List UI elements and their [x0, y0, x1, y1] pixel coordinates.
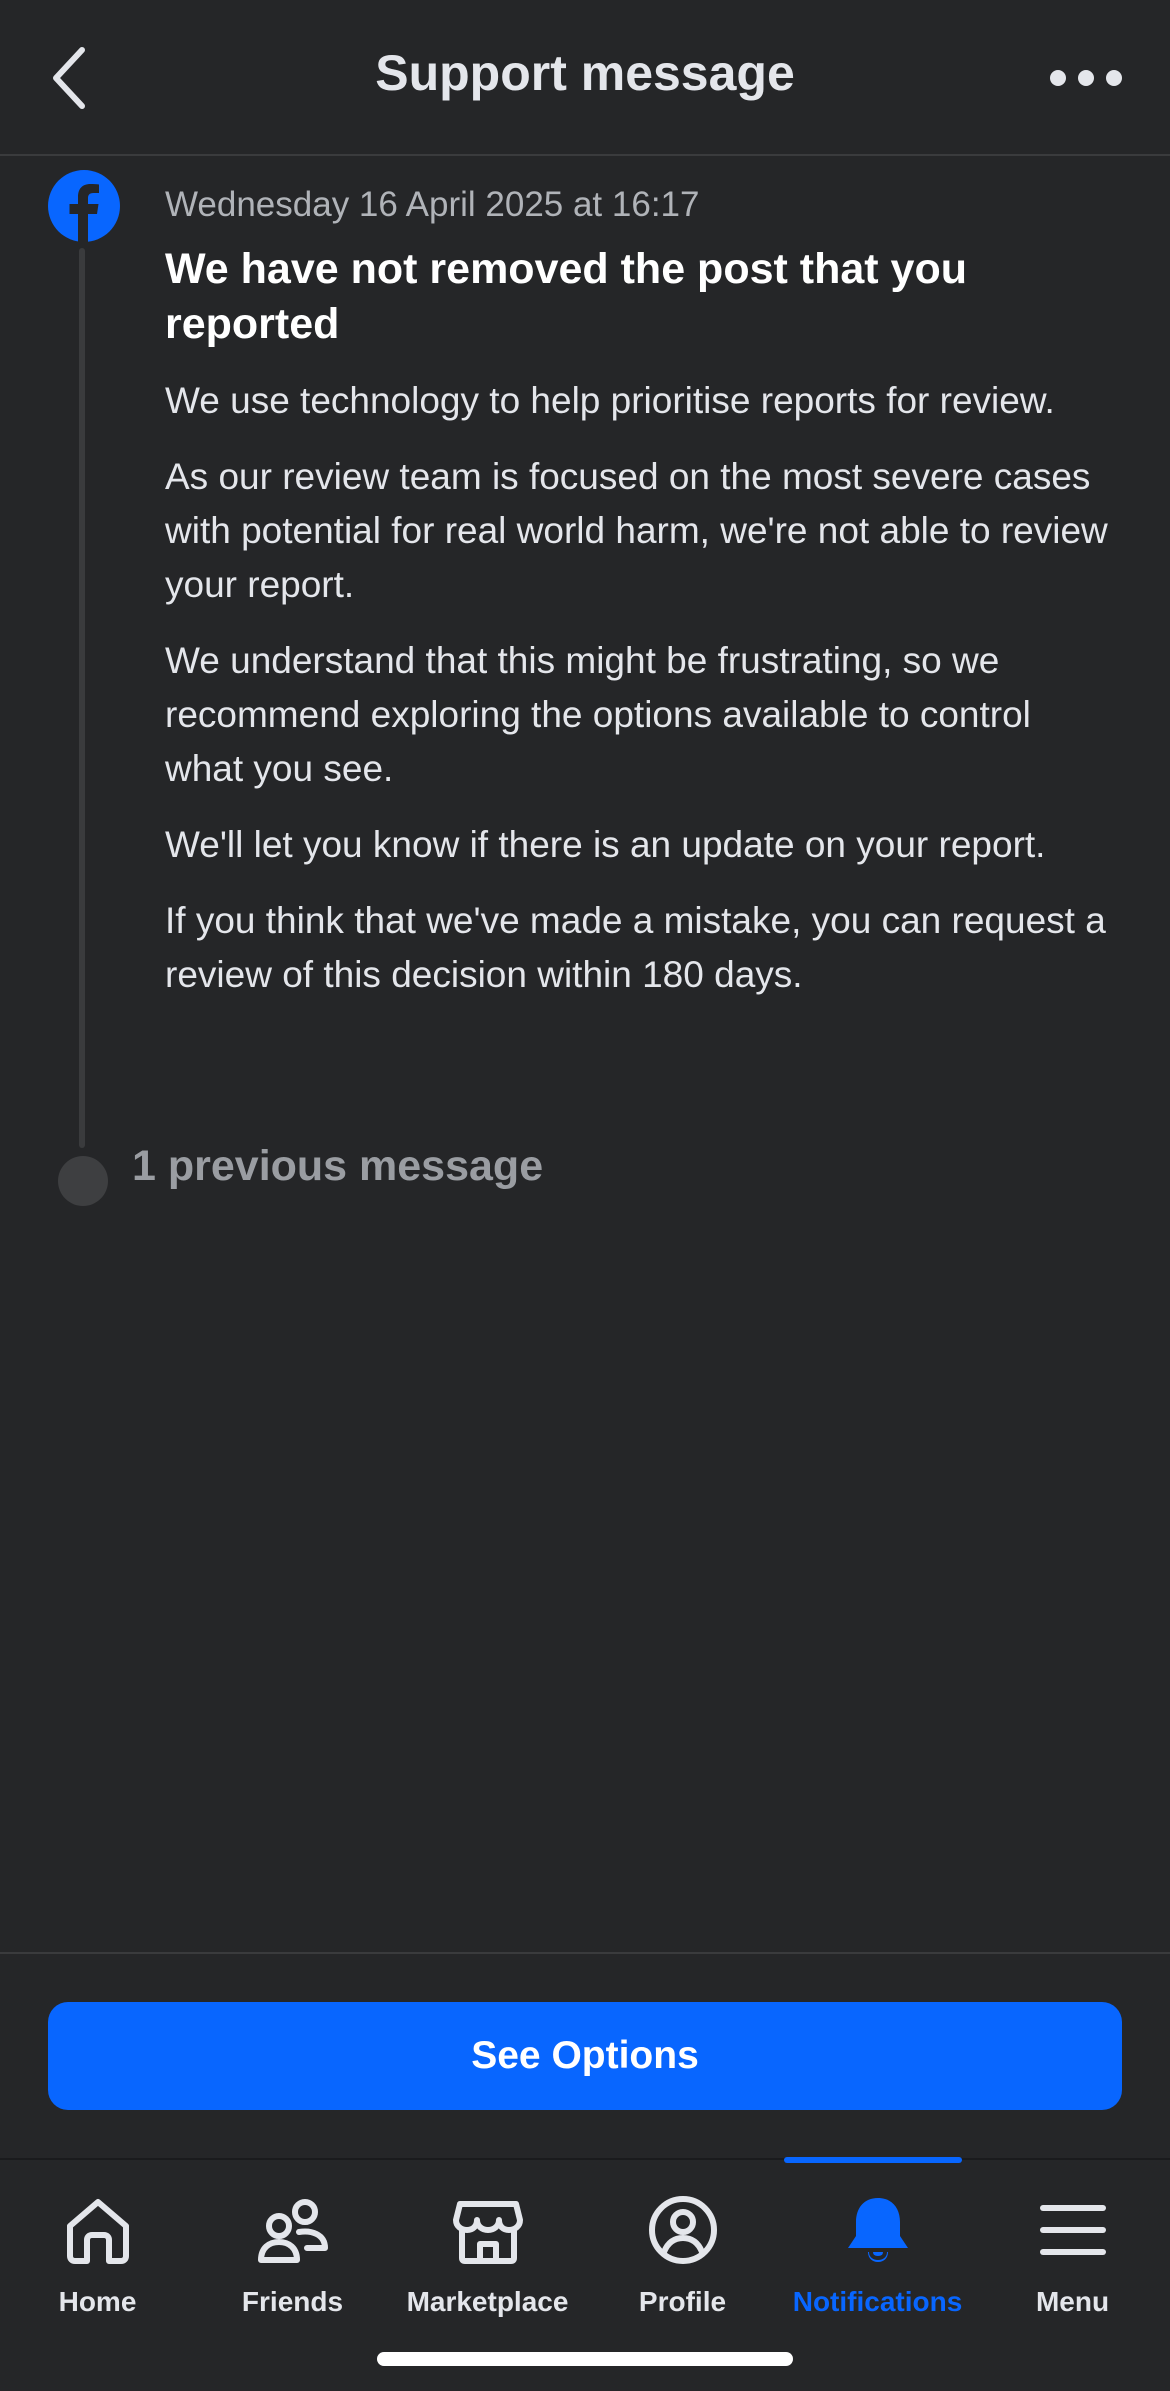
header: Support message: [0, 0, 1170, 156]
active-tab-indicator: [784, 2157, 962, 2163]
support-message-screen: Support message Wednesday 16 April 2025 …: [0, 0, 1170, 2391]
message-paragraph: As our review team is focused on the mos…: [165, 456, 1108, 605]
thread-line: [79, 248, 85, 1148]
message-timestamp: Wednesday 16 April 2025 at 16:17: [165, 185, 700, 224]
marketplace-icon: [452, 2201, 523, 2264]
previous-message-dot: [58, 1156, 108, 1206]
bell-icon: [847, 2198, 908, 2262]
tab-label: Notifications: [792, 2286, 963, 2317]
support-message: Wednesday 16 April 2025 at 16:17 We have…: [165, 182, 1115, 1002]
more-horizontal-icon: [1050, 70, 1122, 86]
menu-icon: [1039, 2205, 1106, 2255]
message-title: We have not removed the post that you re…: [165, 245, 967, 348]
tab-label: Profile: [638, 2286, 727, 2317]
more-options-button[interactable]: [1046, 56, 1126, 100]
previous-messages-link[interactable]: 1 previous message: [132, 1142, 543, 1191]
home-icon: [66, 2199, 129, 2264]
tab-home[interactable]: Home: [0, 2160, 195, 2360]
message-paragraph: We'll let you know if there is an update…: [165, 824, 1046, 865]
sender-avatar: [48, 170, 120, 242]
message-paragraph: If you think that we've made a mistake, …: [165, 900, 1106, 995]
message-paragraph: We understand that this might be frustra…: [165, 640, 1031, 789]
friends-icon: [257, 2199, 328, 2263]
facebook-logo-icon: [48, 170, 120, 242]
tab-label: Home: [58, 2286, 137, 2317]
tab-notifications[interactable]: Notifications: [780, 2157, 975, 2360]
tab-label: Friends: [241, 2286, 344, 2317]
divider: [0, 1952, 1170, 1954]
page-title: Support message: [375, 45, 795, 101]
tab-menu[interactable]: Menu: [975, 2160, 1170, 2360]
tab-label: Menu: [1035, 2286, 1110, 2317]
see-options-button[interactable]: See Options: [48, 2002, 1122, 2110]
message-paragraph: We use technology to help prioritise rep…: [165, 380, 1055, 421]
profile-icon: [648, 2196, 717, 2264]
tab-profile[interactable]: Profile: [585, 2160, 780, 2360]
tab-label: Marketplace: [406, 2286, 569, 2317]
tab-marketplace[interactable]: Marketplace: [390, 2160, 585, 2360]
home-indicator[interactable]: [377, 2352, 793, 2366]
tab-friends[interactable]: Friends: [195, 2160, 390, 2360]
